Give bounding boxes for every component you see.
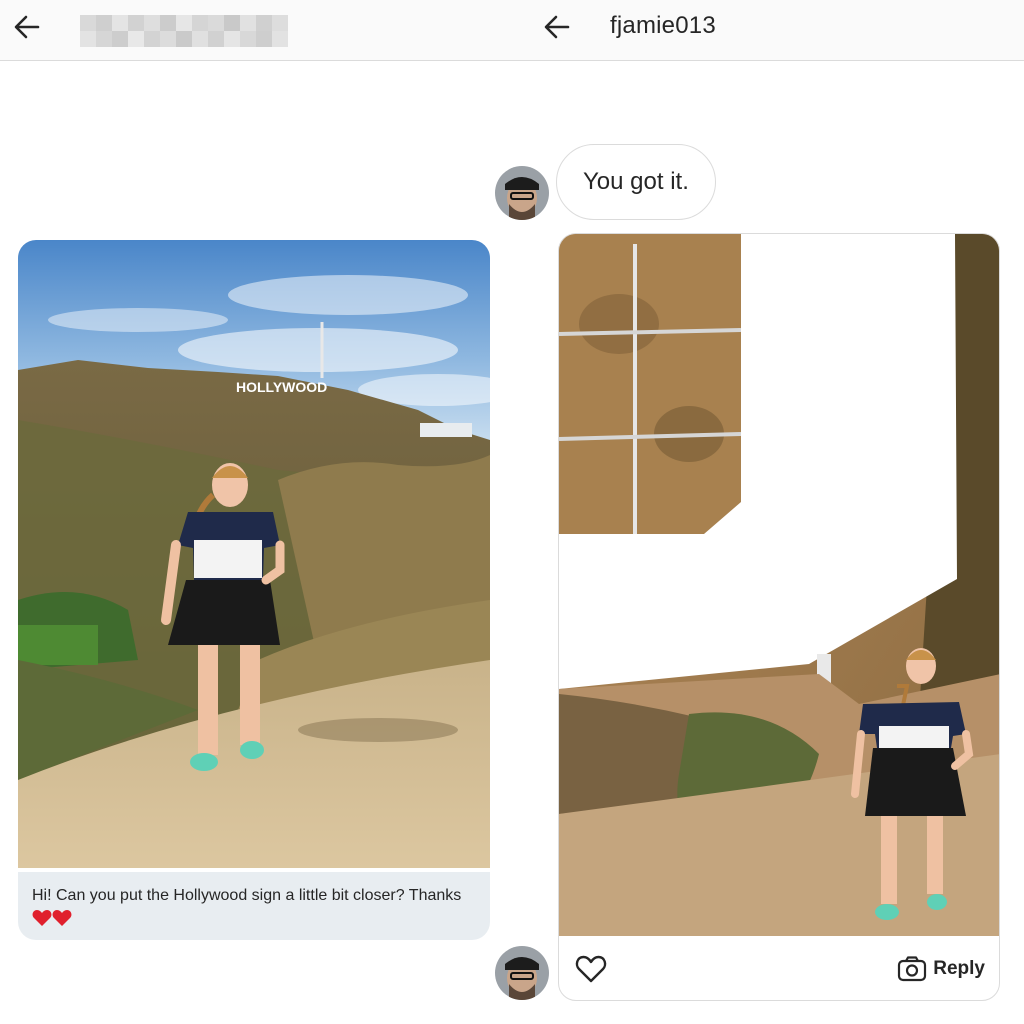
avatar[interactable] xyxy=(495,946,549,1000)
camera-icon xyxy=(898,956,927,982)
edited-hollywood-photo xyxy=(559,234,999,936)
avatar[interactable] xyxy=(495,166,549,220)
arrow-left-icon xyxy=(544,15,570,39)
reply-button-label: Reply xyxy=(933,958,985,979)
left-header xyxy=(0,0,512,61)
hollywood-hills-photo: HOLLYWOOD xyxy=(18,240,490,868)
redacted-username xyxy=(80,15,288,47)
reply-button[interactable]: Reply xyxy=(897,954,985,984)
arrow-left-icon xyxy=(14,15,40,39)
reply-bubble: You got it. xyxy=(556,144,716,220)
request-message-text: Hi! Can you put the Hollywood sign a lit… xyxy=(32,887,462,904)
chat-username[interactable]: fjamie013 xyxy=(610,12,716,40)
red-heart-emoji xyxy=(52,910,72,926)
hollywood-sign: HOLLYWOOD xyxy=(236,379,327,395)
back-button[interactable] xyxy=(540,10,574,44)
right-header: fjamie013 xyxy=(512,0,1024,61)
edited-photo-post[interactable]: Reply xyxy=(558,233,1000,1001)
original-photo[interactable]: HOLLYWOOD xyxy=(18,240,490,868)
post-actions-bar: Reply xyxy=(559,936,999,1000)
reply-bubble-text: You got it. xyxy=(583,168,689,195)
heart-outline-icon xyxy=(575,955,607,983)
request-message: Hi! Can you put the Hollywood sign a lit… xyxy=(18,872,490,940)
back-button[interactable] xyxy=(10,10,44,44)
like-button[interactable] xyxy=(573,953,609,985)
red-heart-emoji xyxy=(32,910,52,926)
